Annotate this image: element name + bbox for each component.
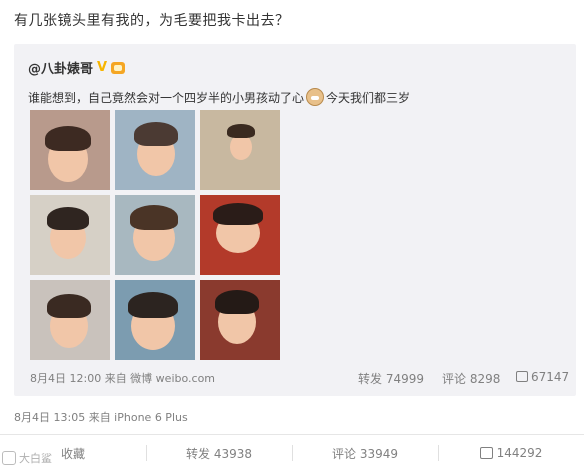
quoted-text-part-1: 谁能想到，自己竟然会对一个四岁半的小男孩动了心: [28, 90, 305, 105]
comment-button[interactable]: 评论 33949: [292, 435, 438, 471]
hair-shape: [47, 207, 89, 230]
quoted-author-row: @八卦婊哥 V: [28, 58, 126, 77]
thumbnail-photo-7[interactable]: [30, 280, 110, 360]
watermark-text: 大白鲨: [19, 452, 52, 465]
quoted-text-part-2: 今天我们都三岁: [326, 90, 411, 105]
comment-label: 评论 33949: [332, 446, 398, 461]
hair-shape: [215, 290, 259, 314]
thumbnail-photo-9[interactable]: [200, 280, 280, 360]
hair-shape: [130, 205, 178, 230]
like-count: 144292: [496, 446, 543, 460]
hair-shape: [128, 292, 178, 318]
quoted-like-count: 67147: [531, 370, 570, 384]
quoted-meta[interactable]: 8月4日 12:00 来自 微博 weibo.com: [30, 370, 215, 386]
doge-icon: [306, 88, 325, 106]
quoted-comment-count[interactable]: 评论 8298: [442, 370, 500, 387]
thumbnail-photo-1[interactable]: [30, 110, 110, 190]
watermark-logo-icon: [2, 451, 16, 465]
thumbs-up-icon: [516, 371, 528, 382]
quoted-post[interactable]: @八卦婊哥 V 谁能想到，自己竟然会对一个四岁半的小男孩动了心 今天我们都三岁 …: [14, 44, 576, 396]
action-bar: 收藏 转发 43938 评论 33949 144292: [0, 434, 584, 471]
quoted-author-link[interactable]: @八卦婊哥: [28, 58, 93, 77]
favorite-label: 收藏: [60, 446, 85, 461]
thumbnail-photo-8[interactable]: [115, 280, 195, 360]
hair-shape: [45, 126, 91, 151]
like-button[interactable]: 144292: [438, 435, 584, 471]
watermark: 大白鲨: [2, 450, 52, 466]
quoted-like-button[interactable]: 67147: [516, 370, 569, 384]
hair-shape: [134, 122, 178, 146]
verified-icon: V: [97, 60, 108, 75]
thumbs-up-icon: [479, 447, 493, 459]
thumbnail-photo-3[interactable]: [200, 110, 280, 190]
photo-grid: [30, 110, 280, 360]
hair-shape: [47, 294, 91, 318]
post-meta: 8月4日 13:05 来自 iPhone 6 Plus: [14, 411, 188, 424]
thumbnail-photo-5[interactable]: [115, 195, 195, 275]
hair-shape: [213, 203, 263, 225]
thumbnail-photo-4[interactable]: [30, 195, 110, 275]
member-crown-icon: [111, 61, 126, 74]
post-text: 有几张镜头里有我的，为毛要把我卡出去？: [14, 13, 290, 29]
quoted-text: 谁能想到，自己竟然会对一个四岁半的小男孩动了心 今天我们都三岁: [28, 88, 410, 106]
repost-button[interactable]: 转发 43938: [146, 435, 292, 471]
quoted-repost-count[interactable]: 转发 74999: [358, 370, 424, 387]
repost-label: 转发 43938: [186, 446, 252, 461]
thumbnail-photo-6[interactable]: [200, 195, 280, 275]
thumbnail-photo-2[interactable]: [115, 110, 195, 190]
hair-shape: [227, 124, 255, 138]
